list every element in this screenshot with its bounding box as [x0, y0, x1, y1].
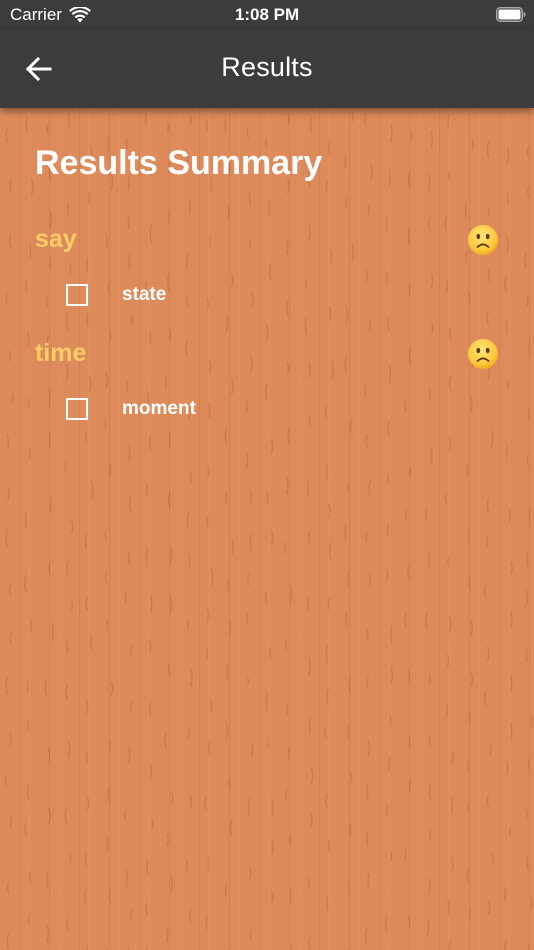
nav-bar: Results — [0, 30, 534, 108]
answer-label: state — [122, 284, 167, 305]
nav-title: Results — [221, 52, 313, 82]
results-content: Results Summary say state time moment — [0, 108, 534, 950]
answer-label: moment — [122, 398, 196, 419]
battery-icon — [496, 7, 526, 22]
answer-checkbox[interactable] — [66, 398, 88, 420]
slightly-frowning-face-icon — [468, 225, 498, 255]
answer-checkbox[interactable] — [66, 284, 88, 306]
page-title: Results Summary — [35, 144, 323, 182]
result-word: say — [35, 225, 77, 253]
slightly-frowning-face-icon — [468, 339, 498, 369]
answer-row[interactable]: state — [66, 284, 166, 306]
result-word: time — [35, 339, 87, 367]
status-bar: Carrier 1:08 PM — [0, 0, 534, 30]
answer-row[interactable]: moment — [66, 398, 196, 420]
status-time: 1:08 PM — [234, 5, 300, 24]
